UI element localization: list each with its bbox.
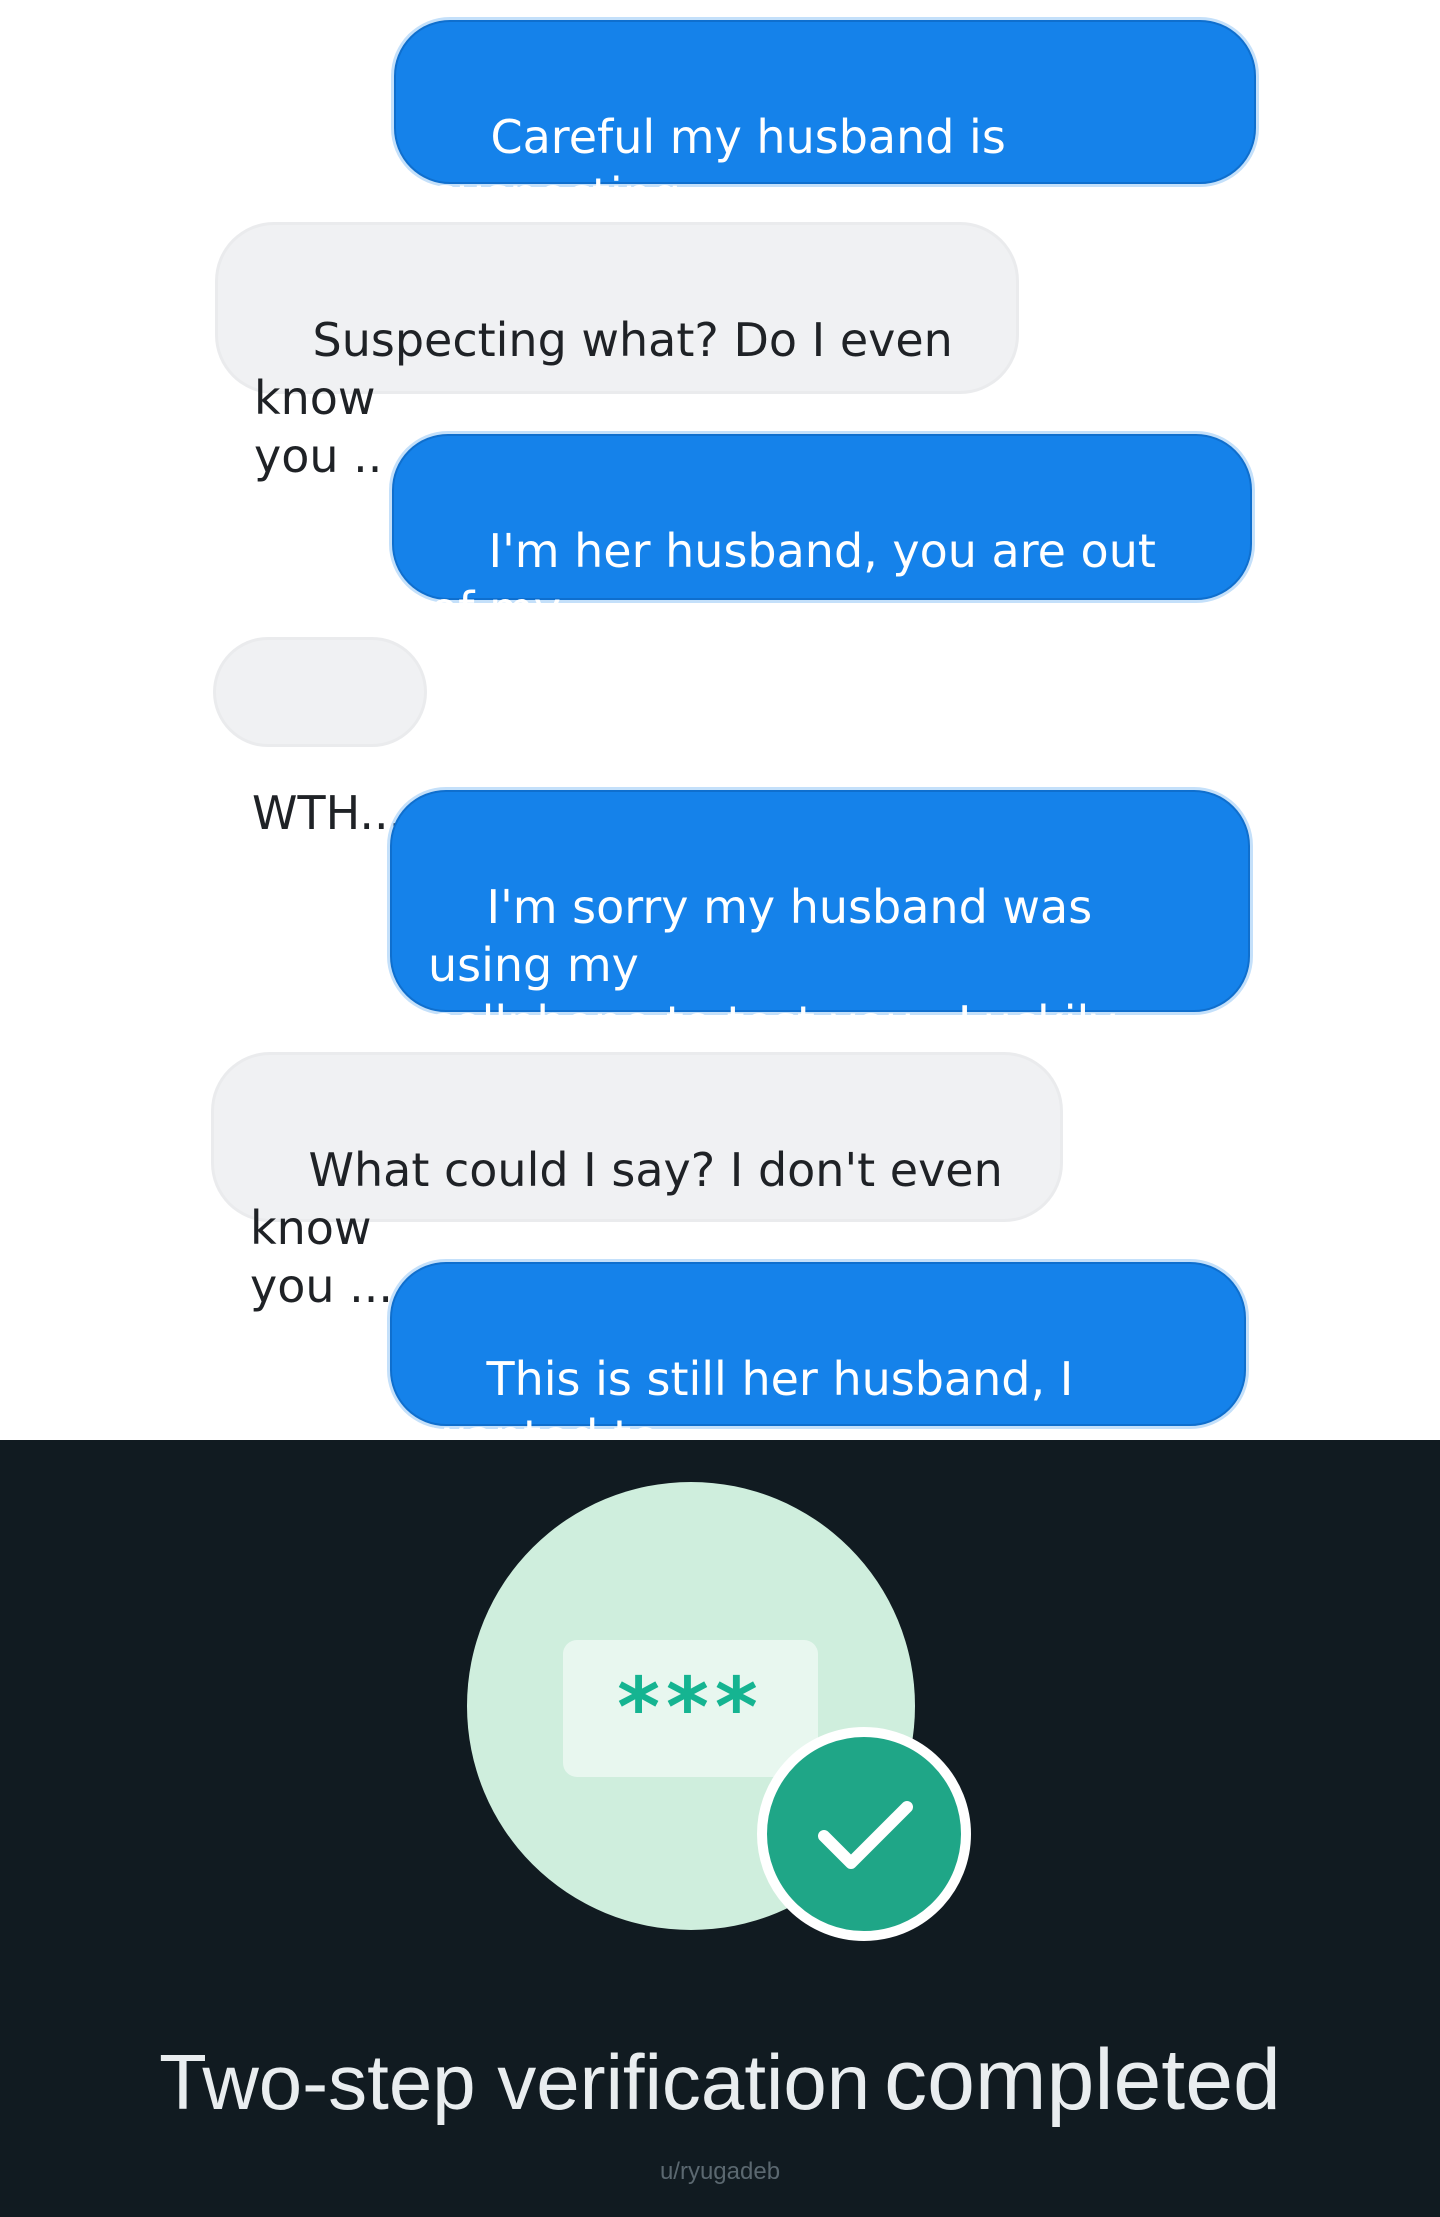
message-text: I'm her husband, you are out of my suspe… bbox=[430, 524, 1156, 694]
message-received-2: WTH... bbox=[216, 640, 424, 840]
message-sent-3: I'm sorry my husband was using my cellph… bbox=[390, 790, 1250, 1166]
message-sent-1: Careful my husband is suspecting us. bbox=[394, 20, 1256, 280]
message-sent-4: This is still her husband, I wanted to c… bbox=[390, 1262, 1246, 1522]
chat-conversation: Careful my husband is suspecting us. Sus… bbox=[0, 0, 1440, 1522]
message-sent-2: I'm her husband, you are out of my suspe… bbox=[392, 434, 1252, 694]
title-part-1: Two-step verification bbox=[159, 2038, 871, 2126]
watermark-credit: u/ryugadeb bbox=[659, 2158, 781, 2185]
verification-title: Two-step verification completed bbox=[0, 2030, 1440, 2132]
title-part-2: completed bbox=[884, 2032, 1281, 2128]
checkmark-icon bbox=[757, 1727, 971, 1941]
message-text: WTH... bbox=[252, 786, 404, 840]
two-step-verification-panel: *** Two-step verification completed u/ryu… bbox=[0, 1440, 1440, 2217]
message-received-1: Suspecting what? Do I even know you .. bbox=[218, 225, 1016, 483]
message-received-3: What could I say? I don't even know you … bbox=[214, 1055, 1060, 1313]
